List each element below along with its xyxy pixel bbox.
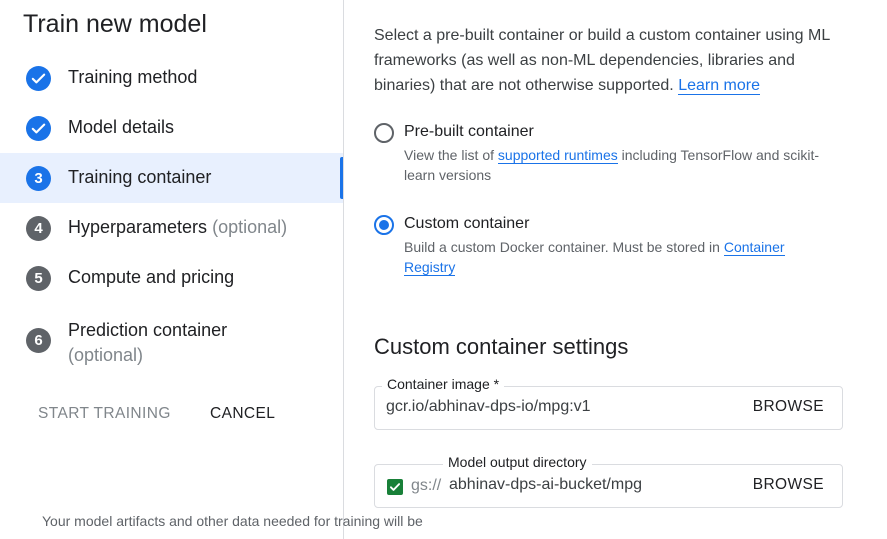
optional-tag: (optional) <box>68 345 144 365</box>
section-title: Custom container settings <box>374 334 629 359</box>
intro-body: Select a pre-built container or build a … <box>374 27 830 94</box>
page-title: Train new model <box>23 10 207 38</box>
step-number-badge: 4 <box>26 216 51 241</box>
step-label-wrap: Prediction container (optional) <box>68 318 227 368</box>
custom-radio[interactable] <box>374 215 394 235</box>
check-icon <box>387 479 403 495</box>
step-training-method[interactable]: Training method <box>0 53 344 103</box>
browse-image-button[interactable]: BROWSE <box>753 398 824 416</box>
step-label-wrap: Hyperparameters (optional) <box>68 217 287 238</box>
option-title: Pre-built container <box>404 123 534 140</box>
desc-text: Build a custom Docker container. Must be… <box>404 239 720 255</box>
form-actions: START TRAINING CANCEL <box>0 405 344 431</box>
browse-output-button[interactable]: BROWSE <box>753 476 824 494</box>
gs-prefix: gs:// <box>411 477 442 494</box>
check-circle-icon <box>26 116 51 141</box>
help-text: Your model artifacts and other data need… <box>42 513 423 529</box>
desc-text: View the list of <box>404 147 495 163</box>
optional-tag: (optional) <box>212 217 288 237</box>
step-hyperparameters[interactable]: 4 Hyperparameters (optional) <box>0 203 344 253</box>
main-content: Select a pre-built container or build a … <box>344 0 887 539</box>
start-training-button[interactable]: START TRAINING <box>38 405 171 423</box>
field-label: Container image * <box>382 376 505 392</box>
cancel-button[interactable]: CANCEL <box>210 405 275 423</box>
model-output-field: Model output directory gs:// BROWSE <box>374 454 843 508</box>
learn-more-link[interactable]: Learn more <box>678 77 761 95</box>
prebuilt-radio[interactable] <box>374 123 394 143</box>
option-description: Build a custom Docker container. Must be… <box>404 237 834 277</box>
step-training-container[interactable]: 3 Training container <box>0 153 344 203</box>
step-label: Hyperparameters <box>68 217 208 237</box>
step-label: Model details <box>68 117 175 137</box>
field-label: Model output directory <box>443 454 592 470</box>
step-number-badge: 6 <box>26 328 51 353</box>
output-directory-input[interactable] <box>449 476 739 494</box>
supported-runtimes-link[interactable]: supported runtimes <box>497 147 618 164</box>
container-image-field: Container image * BROWSE <box>374 376 843 430</box>
step-compute-pricing[interactable]: 5 Compute and pricing <box>0 253 344 303</box>
stepper-panel: Train new model Training method Model de… <box>0 0 344 539</box>
check-circle-icon <box>26 66 51 91</box>
step-label: Compute and pricing <box>68 267 235 287</box>
step-number-badge: 5 <box>26 266 51 291</box>
step-label: Prediction container <box>68 320 228 340</box>
container-image-input[interactable] <box>386 398 726 416</box>
step-number-badge: 3 <box>26 166 51 191</box>
step-label: Training method <box>68 67 198 87</box>
step-label: Training container <box>68 167 212 187</box>
option-title: Custom container <box>404 215 530 232</box>
step-prediction-container[interactable]: 6 Prediction container (optional) <box>0 315 344 365</box>
option-description: View the list of supported runtimes incl… <box>404 145 834 185</box>
intro-text: Select a pre-built container or build a … <box>374 23 854 98</box>
step-model-details[interactable]: Model details <box>0 103 344 153</box>
